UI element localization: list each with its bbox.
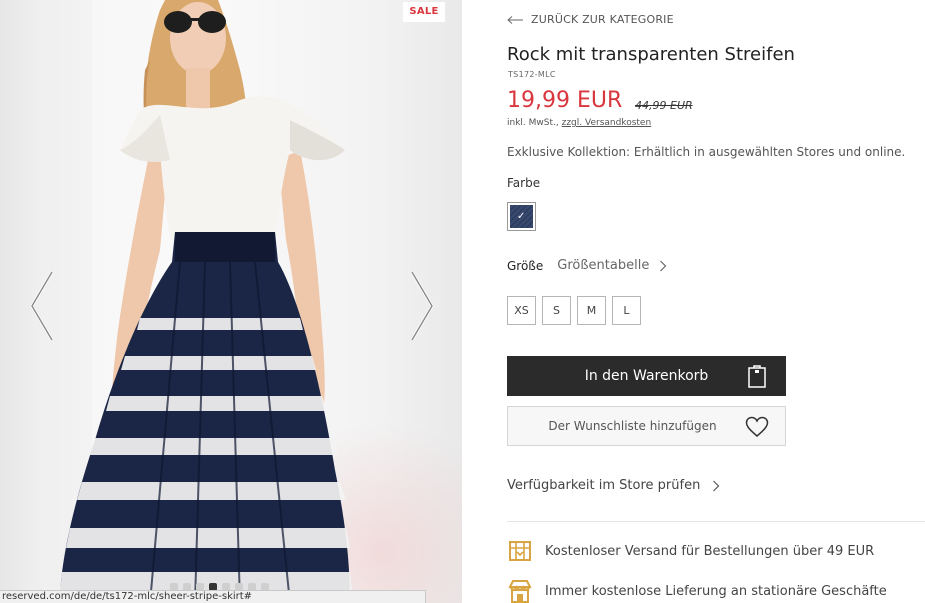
chevron-right-icon[interactable]: [659, 260, 667, 272]
next-image-arrow-icon[interactable]: [406, 270, 436, 342]
benefit-store-delivery: Immer kostenlose Lieferung an stationäre…: [507, 578, 887, 603]
heart-icon: [745, 416, 769, 437]
tax-note: inkl. MwSt., zzgl. Versandkosten: [507, 118, 651, 128]
checkmark-icon: ✓: [517, 211, 526, 222]
benefit-free-shipping: Kostenloser Versand für Bestellungen übe…: [507, 538, 874, 564]
sale-badge: SALE: [403, 2, 445, 22]
size-table-link[interactable]: Größentabelle: [557, 258, 649, 273]
collection-note: Exklusive Kollektion: Erhältlich in ausg…: [507, 145, 906, 159]
size-option-s[interactable]: S: [542, 296, 571, 325]
shopping-bag-icon: [748, 365, 766, 388]
back-to-category-link[interactable]: ZURÜCK ZUR KATEGORIE: [507, 13, 674, 26]
add-to-cart-label: In den Warenkorb: [584, 368, 709, 384]
add-to-cart-button[interactable]: In den Warenkorb: [507, 356, 786, 396]
size-option-xs[interactable]: XS: [507, 296, 536, 325]
size-option-l[interactable]: L: [612, 296, 641, 325]
color-label: Farbe: [507, 176, 541, 190]
tax-note-text: inkl. MwSt.,: [507, 118, 559, 128]
swatch-fill: ✓: [510, 205, 533, 228]
back-link-label: ZURÜCK ZUR KATEGORIE: [531, 13, 674, 26]
old-price: 44,99 EUR: [635, 99, 693, 112]
delivery-box-icon: [509, 541, 531, 561]
browser-status-url: reserved.com/de/de/ts172-mlc/sheer-strip…: [0, 590, 426, 603]
current-price: 19,99 EUR: [507, 88, 623, 113]
size-label: Größe: [507, 258, 544, 273]
store-icon: [508, 580, 532, 603]
product-image-gallery[interactable]: SALE reserved.com/de/de/ts172-mlc/sheer-…: [0, 0, 462, 603]
chevron-right-icon: [713, 480, 720, 491]
arrow-left-icon: [507, 15, 523, 24]
shipping-costs-link[interactable]: zzgl. Versandkosten: [562, 118, 652, 128]
add-to-wishlist-button[interactable]: Der Wunschliste hinzufügen: [507, 406, 786, 446]
previous-image-arrow-icon[interactable]: [28, 270, 58, 342]
product-title: Rock mit transparenten Streifen: [507, 44, 795, 65]
benefit-free-shipping-text: Kostenloser Versand für Bestellungen übe…: [545, 543, 875, 559]
benefit-store-delivery-text: Immer kostenlose Lieferung an stationäre…: [545, 583, 887, 599]
size-options: XS S M L: [507, 296, 641, 325]
color-swatch-navy[interactable]: ✓: [507, 202, 536, 231]
size-option-m[interactable]: M: [577, 296, 606, 325]
add-to-wishlist-label: Der Wunschliste hinzufügen: [548, 419, 717, 433]
store-availability-link[interactable]: Verfügbarkeit im Store prüfen: [507, 478, 720, 493]
section-divider: [507, 521, 925, 522]
product-photo: [60, 0, 352, 603]
product-info-panel: ZURÜCK ZUR KATEGORIE Rock mit transparen…: [507, 0, 925, 603]
product-sku: TS172-MLC: [508, 70, 556, 79]
size-row: Größe Größentabelle: [507, 258, 667, 273]
store-availability-label: Verfügbarkeit im Store prüfen: [507, 478, 701, 493]
